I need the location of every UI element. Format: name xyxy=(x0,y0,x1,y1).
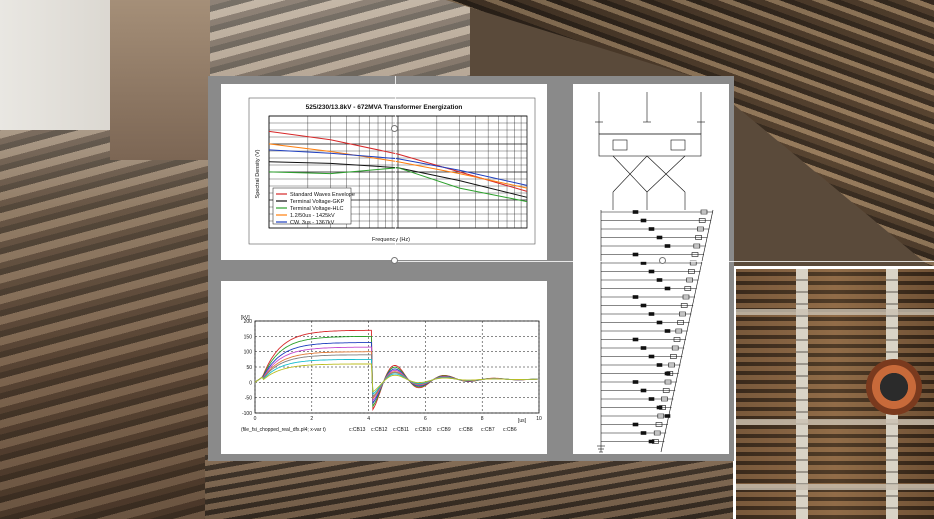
coil-strap xyxy=(796,269,808,519)
y-tick-label: 50 xyxy=(246,365,252,371)
guide-marker xyxy=(391,125,398,132)
legend-entry: c:CB8 xyxy=(459,427,473,433)
coil-band xyxy=(736,309,934,315)
legend-entry: c:CB11 xyxy=(393,427,409,433)
legend-entry: c:CB9 xyxy=(437,427,451,433)
winding-node xyxy=(632,422,639,427)
winding-node xyxy=(664,244,671,248)
y-tick-label: 0 xyxy=(249,380,252,386)
y-tick-label: 100 xyxy=(244,350,253,356)
time-domain-chart: 0 2 4 6 8 10-100-50050100150200 [us] [kV] (fi… xyxy=(241,315,542,433)
y-tick-label: -100 xyxy=(242,411,252,417)
legend-entry: CW. 3us - 1367kV xyxy=(290,220,335,226)
guide-marker xyxy=(659,257,666,264)
guide-marker xyxy=(391,257,398,264)
coil-bushing xyxy=(866,359,922,415)
winding-node xyxy=(648,397,655,401)
y-axis-label: Spectral Density (V) xyxy=(255,149,261,198)
legend-entry: Terminal Voltage-GKP xyxy=(290,199,344,205)
time-domain-chart-card: 0 2 4 6 8 10 -100 -50 0 50 100 150 200 [us] [kV] (fi… xyxy=(221,281,547,454)
x-tick-label: 10 xyxy=(536,416,542,422)
winding-node xyxy=(664,329,671,333)
winding-circuit-diagram xyxy=(595,92,714,453)
chart-panel: 525/230/13.8kV - 672MVA Transformer Ener… xyxy=(208,76,734,461)
winding-node xyxy=(640,218,647,223)
coil-photo xyxy=(733,266,934,519)
winding-node xyxy=(656,278,663,282)
x-tick-label: 2 xyxy=(310,416,313,422)
winding-node xyxy=(648,439,655,444)
footer-label: (file_fsi_chopped_real_dfx.pl4; x-var t) xyxy=(241,427,326,433)
x-unit-label: [us] xyxy=(518,418,527,424)
guide-line xyxy=(395,76,396,262)
legend-entry: c:CB13 xyxy=(349,427,366,433)
winding-node xyxy=(640,388,647,393)
x-tick-label: 0 xyxy=(254,416,257,422)
winding-node xyxy=(656,320,663,325)
winding-node xyxy=(640,303,647,308)
winding-node xyxy=(632,380,639,384)
winding-node xyxy=(632,295,639,299)
coil-band xyxy=(736,484,934,490)
chart-legend: Standard Waves EnvelopeTerminal Voltage-… xyxy=(272,187,355,226)
y-unit-label: [kV] xyxy=(241,315,250,321)
y-tick-label: -50 xyxy=(245,396,252,402)
winding-photo-bottom xyxy=(205,455,735,519)
chart-legend: c:CB13 c:CB12 c:CB11 c:CB10 c:CB9 c:CB8 c:CB7 c… xyxy=(349,427,517,433)
winding-node xyxy=(664,286,671,291)
coupling-block xyxy=(598,133,702,157)
y-tick-label: 150 xyxy=(244,334,253,340)
x-tick-label: 8 xyxy=(481,416,484,422)
background-box xyxy=(110,0,210,160)
legend-entry: c:CB7 xyxy=(481,427,495,433)
x-tick-label: 4 xyxy=(367,416,370,422)
winding-node xyxy=(648,269,655,274)
x-tick-label: 6 xyxy=(424,416,427,422)
circuit-diagram-card xyxy=(573,84,729,454)
x-axis-label: Frequency (Hz) xyxy=(372,237,410,243)
winding-node xyxy=(632,337,639,342)
winding-node xyxy=(648,227,655,231)
coil-band xyxy=(736,419,934,425)
winding-node xyxy=(648,354,655,359)
spectrum-chart: Standard Waves EnvelopeTerminal Voltage-… xyxy=(248,97,536,245)
winding-node xyxy=(656,235,663,240)
winding-node xyxy=(632,252,639,257)
legend-entry: c:CB6 xyxy=(503,427,517,433)
legend-entry: Standard Waves Envelope xyxy=(290,192,355,198)
winding-node xyxy=(640,346,647,350)
winding-node xyxy=(656,405,663,410)
spectrum-chart-card: 525/230/13.8kV - 672MVA Transformer Ener… xyxy=(221,84,547,260)
legend-entry: c:CB10 xyxy=(415,427,432,433)
winding-node xyxy=(632,210,639,214)
winding-node xyxy=(664,371,671,376)
coupling-element xyxy=(612,139,628,151)
legend-entry: 1.2/50us - 1425kV xyxy=(290,213,335,219)
legend-entry: Terminal Voltage-HLC xyxy=(290,206,344,212)
winding-node xyxy=(656,363,663,367)
legend-entry: c:CB12 xyxy=(371,427,388,433)
coupling-element xyxy=(670,139,686,151)
winding-node xyxy=(648,312,655,316)
winding-node xyxy=(640,431,647,435)
